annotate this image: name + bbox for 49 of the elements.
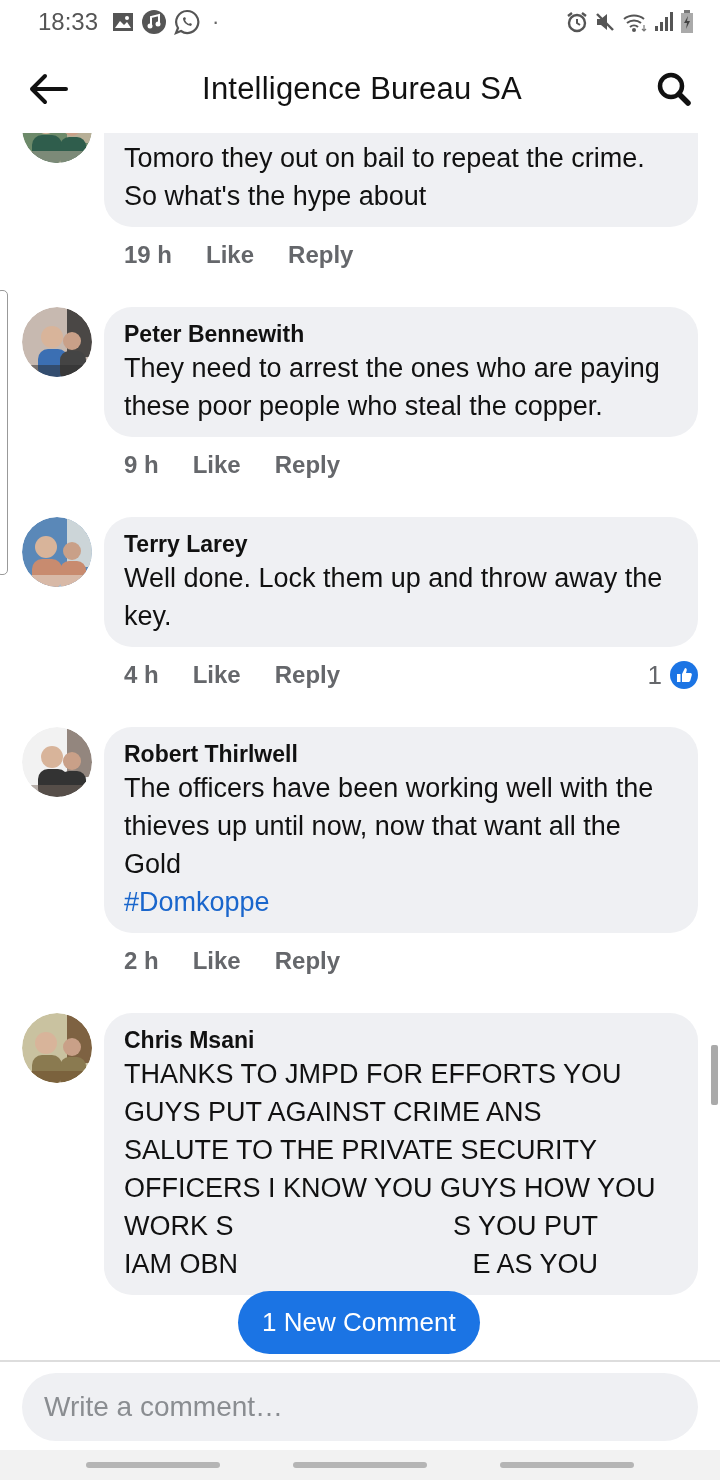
clock: 18:33	[38, 8, 99, 36]
reply-button[interactable]: Reply	[274, 947, 341, 975]
commenter-name[interactable]: Peter Bennewith	[124, 319, 678, 349]
comment-text: Tomoro they out on bail to repeat the crime. So what's the hype about	[124, 142, 646, 213]
comment-field[interactable]: Write a comment…	[22, 1373, 698, 1441]
scroll-thumb[interactable]	[711, 1045, 718, 1105]
search-button[interactable]	[656, 70, 692, 107]
reply-button[interactable]: Reply	[274, 451, 341, 479]
comment-text: GUYS PUT AGAINST CRIME ANS	[124, 1096, 542, 1129]
reaction-count[interactable]: 1	[647, 659, 662, 691]
reply-button[interactable]: Reply	[274, 661, 341, 689]
commenter-name[interactable]: Chris Msani	[124, 1025, 678, 1055]
comment-text: WORK S	[124, 1210, 234, 1243]
like-button[interactable]: Like	[206, 241, 255, 269]
new-comment-button[interactable]: 1 New Comment	[238, 1291, 480, 1354]
thumbs-up-icon	[670, 661, 698, 689]
nav-button[interactable]	[499, 1462, 634, 1468]
comment-time: 19 h	[124, 241, 173, 269]
like-button[interactable]: Like	[192, 661, 241, 689]
nav-button[interactable]	[86, 1462, 221, 1468]
signal-icon	[654, 11, 674, 33]
comment-text: THANKS TO JMPD FOR EFFORTS YOU	[124, 1058, 622, 1091]
mute-icon	[594, 11, 616, 33]
reply-button[interactable]: Reply	[288, 241, 354, 269]
comment-text: Well done. Lock them up and throw away the key.	[124, 562, 664, 633]
image-icon	[112, 12, 135, 32]
commenter-name[interactable]: Robert Thirlwell	[124, 739, 678, 769]
comment-text: S YOU PUT	[452, 1210, 598, 1243]
comment-text: They need to arrest the ones who are paying these poor people who steal the copper.	[124, 352, 661, 423]
comment-text: SALUTE TO THE PRIVATE SECURITY	[124, 1134, 598, 1167]
battery-icon	[680, 10, 694, 34]
back-button[interactable]	[28, 72, 68, 105]
page-title: Intelligence Bureau SA	[201, 70, 523, 107]
alarm-icon	[566, 11, 588, 33]
comment-text: IAM OBN	[124, 1248, 238, 1281]
commenter-name[interactable]: Terry Larey	[124, 529, 678, 559]
like-button[interactable]: Like	[192, 947, 241, 975]
hashtag-link[interactable]: #Domkoppe	[124, 883, 270, 921]
comment-time: 9 h	[124, 451, 159, 479]
chat-icon	[174, 9, 201, 35]
comment-text: The officers have been working well with the thieves up until now, now that want all the Gold	[124, 772, 655, 881]
comment-time: 4 h	[124, 661, 159, 689]
comment-text: E AS YOU	[472, 1248, 598, 1281]
like-button[interactable]: Like	[192, 451, 241, 479]
notification-dot: ·	[212, 9, 220, 35]
music-icon	[142, 10, 167, 34]
comment-text: OFFICERS I KNOW YOU GUYS HOW YOU	[124, 1172, 656, 1205]
comment-time: 2 h	[124, 947, 159, 975]
nav-button[interactable]	[293, 1462, 427, 1468]
